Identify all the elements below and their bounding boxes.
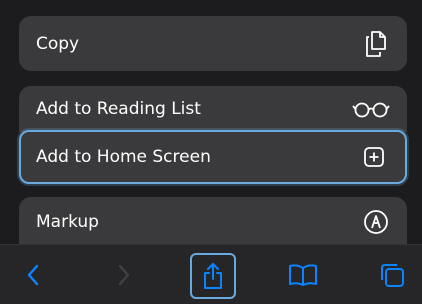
markup-pen-icon	[361, 207, 391, 237]
bookmarks-button[interactable]	[283, 255, 323, 295]
chevron-left-icon	[27, 264, 39, 286]
back-button[interactable]	[13, 255, 53, 295]
share-sheet-screen: Copy Add to Reading List Add to Home Scr…	[0, 0, 422, 304]
add-to-reading-list-action[interactable]: Add to Reading List	[19, 86, 407, 132]
copy-action[interactable]: Copy	[19, 16, 407, 71]
home-screen-label: Add to Home Screen	[36, 147, 211, 167]
copy-doc-icon	[361, 29, 391, 59]
copy-label: Copy	[36, 33, 80, 54]
tabs-icon	[381, 264, 404, 287]
markup-action[interactable]: Markup	[19, 197, 407, 247]
markup-label: Markup	[36, 212, 99, 232]
book-icon	[289, 264, 317, 286]
tabs-button[interactable]	[372, 255, 412, 295]
reading-list-label: Add to Reading List	[36, 99, 201, 119]
add-to-home-screen-action[interactable]: Add to Home Screen	[19, 130, 407, 184]
forward-button[interactable]	[104, 255, 144, 295]
share-icon	[204, 263, 222, 289]
plus-square-icon	[359, 142, 389, 172]
bottom-toolbar	[0, 244, 422, 304]
glasses-icon	[351, 94, 391, 124]
chevron-right-icon	[118, 264, 130, 286]
share-button[interactable]	[190, 253, 236, 299]
